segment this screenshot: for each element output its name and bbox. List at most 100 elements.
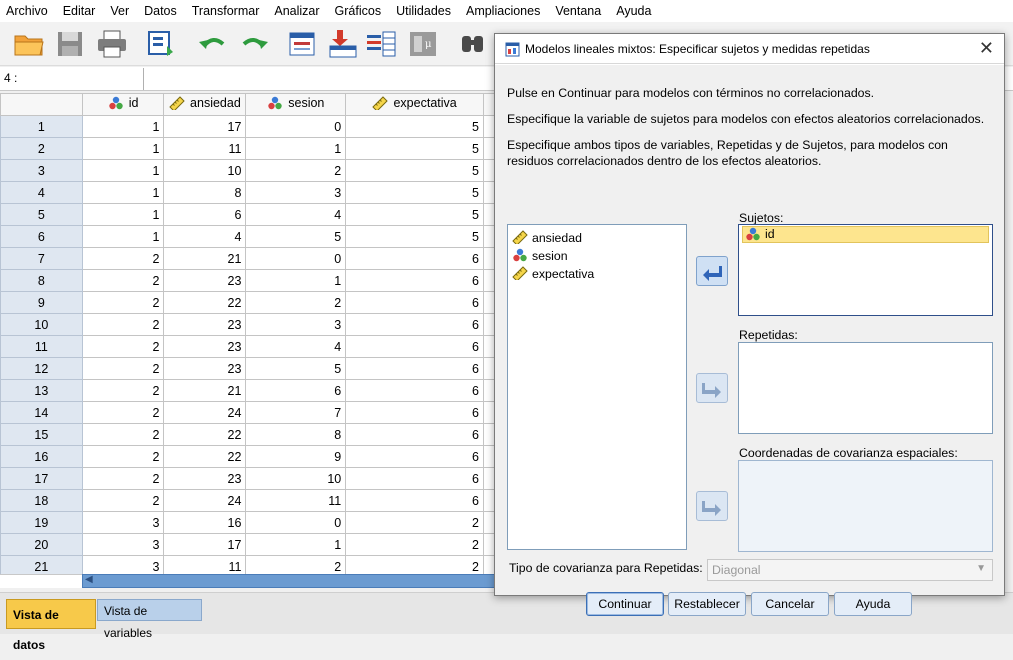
tab-variable-view[interactable]: Vista de variables: [97, 599, 202, 640]
cell-ansiedad[interactable]: 21: [163, 247, 247, 270]
cell-sesion[interactable]: 0: [245, 511, 347, 534]
repeated-list[interactable]: [738, 342, 993, 434]
continue-button[interactable]: Continuar: [586, 592, 664, 616]
cell-expectativa[interactable]: 5: [345, 159, 484, 182]
cell-sesion[interactable]: 0: [245, 115, 347, 138]
row-number[interactable]: 8: [0, 269, 83, 292]
cell-expectativa[interactable]: 6: [345, 247, 484, 270]
row-number[interactable]: 4: [0, 181, 83, 204]
cell-sesion[interactable]: 3: [245, 313, 347, 336]
row-number[interactable]: 18: [0, 489, 83, 512]
row-number[interactable]: 5: [0, 203, 83, 226]
cell-id[interactable]: 2: [81, 313, 165, 336]
move-to-spatial-button[interactable]: [696, 491, 728, 521]
list-item[interactable]: expectativa: [508, 265, 686, 283]
cell-id[interactable]: 2: [81, 489, 165, 512]
cell-expectativa[interactable]: 6: [345, 335, 484, 358]
row-number[interactable]: 3: [0, 159, 83, 182]
cell-id[interactable]: 2: [81, 335, 165, 358]
save-icon[interactable]: [53, 28, 87, 60]
cell-ansiedad[interactable]: 23: [163, 335, 247, 358]
row-number[interactable]: 7: [0, 247, 83, 270]
cell-id[interactable]: 2: [81, 379, 165, 402]
row-number[interactable]: 9: [0, 291, 83, 314]
row-number[interactable]: 2: [0, 137, 83, 160]
cell-ansiedad[interactable]: 4: [163, 225, 247, 248]
row-number[interactable]: 19: [0, 511, 83, 534]
cell-sesion[interactable]: 2: [245, 291, 347, 314]
menu-datos[interactable]: Datos: [138, 4, 186, 18]
variables-icon[interactable]: [364, 28, 398, 60]
list-item[interactable]: sesion: [508, 247, 686, 265]
list-item[interactable]: ansiedad: [508, 229, 686, 247]
cancel-button[interactable]: Cancelar: [751, 592, 829, 616]
cell-sesion[interactable]: 3: [245, 181, 347, 204]
move-to-repeated-button[interactable]: [696, 373, 728, 403]
undo-icon[interactable]: [196, 28, 230, 60]
goto-case-icon[interactable]: [286, 28, 320, 60]
cell-expectativa[interactable]: 6: [345, 269, 484, 292]
menu-archivo[interactable]: Archivo: [0, 4, 57, 18]
cell-id[interactable]: 1: [81, 181, 165, 204]
row-number[interactable]: 11: [0, 335, 83, 358]
menu-transformar[interactable]: Transformar: [186, 4, 269, 18]
cell-id[interactable]: 2: [81, 291, 165, 314]
cell-sesion[interactable]: 9: [245, 445, 347, 468]
cell-id[interactable]: 2: [81, 269, 165, 292]
row-number[interactable]: 15: [0, 423, 83, 446]
cell-ansiedad[interactable]: 21: [163, 379, 247, 402]
menu-ayuda[interactable]: Ayuda: [610, 4, 660, 18]
menu-utilidades[interactable]: Utilidades: [390, 4, 460, 18]
cell-id[interactable]: 2: [81, 423, 165, 446]
cell-ansiedad[interactable]: 23: [163, 269, 247, 292]
dialog-recall-icon[interactable]: [145, 28, 179, 60]
menu-analizar[interactable]: Analizar: [268, 4, 328, 18]
row-number[interactable]: 12: [0, 357, 83, 380]
cell-ansiedad[interactable]: 24: [163, 401, 247, 424]
cell-expectativa[interactable]: 6: [345, 357, 484, 380]
cell-ansiedad[interactable]: 23: [163, 357, 247, 380]
cell-expectativa[interactable]: 5: [345, 203, 484, 226]
scroll-left-icon[interactable]: ◀: [85, 574, 93, 585]
cell-sesion[interactable]: 5: [245, 225, 347, 248]
close-icon[interactable]: ✕: [979, 38, 994, 58]
cell-ansiedad[interactable]: 6: [163, 203, 247, 226]
menu-graficos[interactable]: Gráficos: [329, 4, 391, 18]
cell-expectativa[interactable]: 6: [345, 313, 484, 336]
cell-expectativa[interactable]: 6: [345, 401, 484, 424]
cell-ansiedad[interactable]: 22: [163, 291, 247, 314]
subjects-list[interactable]: id: [738, 224, 993, 316]
cell-ansiedad[interactable]: 23: [163, 313, 247, 336]
cell-ansiedad[interactable]: 11: [163, 137, 247, 160]
cell-expectativa[interactable]: 5: [345, 115, 484, 138]
cell-id[interactable]: 1: [81, 137, 165, 160]
cell-id[interactable]: 2: [81, 247, 165, 270]
reset-button[interactable]: Restablecer: [668, 592, 746, 616]
horizontal-scrollbar[interactable]: ◀: [82, 574, 500, 588]
column-header-expectativa[interactable]: expectativa: [345, 93, 484, 116]
cell-expectativa[interactable]: 5: [345, 137, 484, 160]
cell-sesion[interactable]: 7: [245, 401, 347, 424]
tab-data-view[interactable]: Vista de datos: [6, 599, 96, 652]
cell-ansiedad[interactable]: 16: [163, 511, 247, 534]
cell-sesion[interactable]: 11: [245, 489, 347, 512]
row-number[interactable]: 6: [0, 225, 83, 248]
cell-expectativa[interactable]: 6: [345, 291, 484, 314]
cell-sesion[interactable]: 2: [245, 159, 347, 182]
run-descriptives-icon[interactable]: μ: [406, 28, 440, 60]
menu-ver[interactable]: Ver: [104, 4, 138, 18]
cell-sesion[interactable]: 8: [245, 423, 347, 446]
cell-ansiedad[interactable]: 22: [163, 423, 247, 446]
open-folder-icon[interactable]: [12, 28, 46, 60]
cell-ansiedad[interactable]: 17: [163, 115, 247, 138]
covariance-type-select[interactable]: Diagonal ▼: [707, 559, 993, 581]
cell-sesion[interactable]: 0: [245, 247, 347, 270]
cell-expectativa[interactable]: 6: [345, 423, 484, 446]
cell-id[interactable]: 1: [81, 115, 165, 138]
find-icon[interactable]: [456, 28, 490, 60]
row-number[interactable]: 20: [0, 533, 83, 556]
redo-icon[interactable]: [237, 28, 271, 60]
cell-id[interactable]: 2: [81, 467, 165, 490]
cell-ansiedad[interactable]: 22: [163, 445, 247, 468]
cell-expectativa[interactable]: 6: [345, 379, 484, 402]
